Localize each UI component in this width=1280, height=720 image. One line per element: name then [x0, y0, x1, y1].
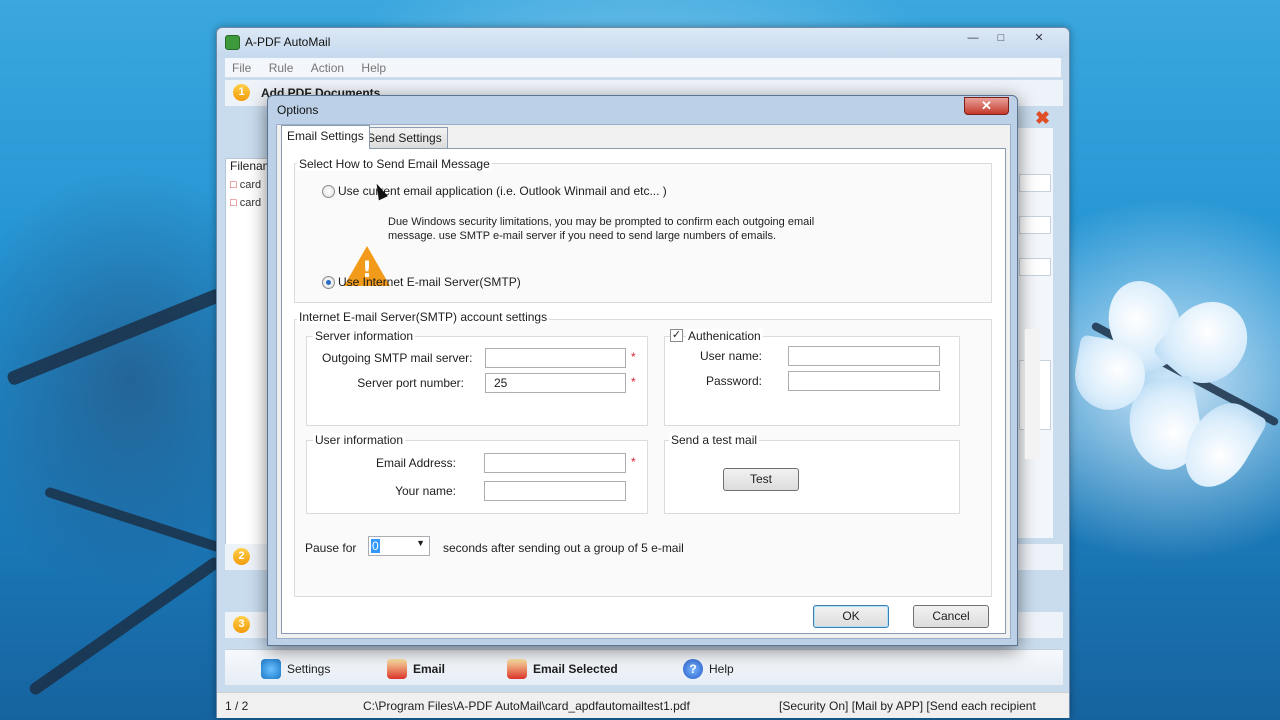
- outgoing-server-label: Outgoing SMTP mail server:: [322, 351, 473, 365]
- panel-field: [1019, 174, 1051, 192]
- user-info-heading: User information: [313, 433, 406, 447]
- your-name-label: Your name:: [395, 484, 456, 498]
- close-icon[interactable]: ✕: [1027, 31, 1051, 47]
- email-button[interactable]: Email: [387, 659, 445, 679]
- user-info-group: [306, 440, 648, 514]
- minimize-icon[interactable]: —: [961, 31, 985, 47]
- your-name-input[interactable]: [484, 481, 626, 501]
- remove-icon[interactable]: ✖: [1035, 108, 1050, 129]
- warning-text-line2: message. use SMTP e-mail server if you n…: [388, 230, 777, 242]
- menu-bar: File Rule Action Help: [225, 58, 1061, 78]
- authentication-checkbox[interactable]: ✓: [670, 329, 683, 342]
- radio-smtp[interactable]: [322, 276, 335, 289]
- username-input[interactable]: [788, 346, 940, 366]
- menu-file[interactable]: File: [225, 58, 258, 78]
- email-selected-button[interactable]: Email Selected: [507, 659, 618, 679]
- title-bar: A-PDF AutoMail — □ ✕: [217, 28, 1069, 57]
- cancel-button[interactable]: Cancel: [913, 605, 989, 628]
- list-item[interactable]: □ card: [230, 197, 261, 209]
- email-settings-page: Select How to Send Email Message Use cur…: [281, 148, 1040, 634]
- status-count: 1 / 2: [225, 699, 249, 713]
- branch-shape: [27, 555, 223, 697]
- bottom-toolbar: Settings Email Email Selected ? Help: [225, 649, 1063, 685]
- email-icon: [387, 659, 407, 679]
- maximize-icon[interactable]: □: [989, 31, 1013, 47]
- email-address-input[interactable]: [484, 453, 626, 473]
- username-label: User name:: [699, 349, 762, 363]
- pause-suffix: seconds after sending out a group of 5 e…: [443, 541, 684, 555]
- dialog-body: Email Settings Send Settings Select How …: [276, 124, 1040, 639]
- server-info-heading: Server information: [313, 329, 416, 343]
- smtp-settings-heading: Internet E-mail Server(SMTP) account set…: [297, 310, 550, 324]
- menu-rule[interactable]: Rule: [262, 58, 301, 78]
- app-icon: [225, 35, 240, 50]
- app-title: A-PDF AutoMail: [245, 35, 331, 49]
- settings-button[interactable]: Settings: [261, 659, 330, 679]
- required-mark: *: [631, 350, 636, 364]
- smtp-option-label[interactable]: Use Internet E-mail Server(SMTP): [338, 275, 521, 289]
- file-name: card: [239, 197, 262, 209]
- status-path: C:\Program Files\A-PDF AutoMail\card_apd…: [363, 699, 690, 713]
- menu-help[interactable]: Help: [354, 58, 393, 78]
- tab-email-settings[interactable]: Email Settings: [281, 125, 370, 149]
- file-name: card: [239, 179, 262, 191]
- password-label: Password:: [705, 374, 762, 388]
- help-icon: ?: [683, 659, 703, 679]
- test-button[interactable]: Test: [723, 468, 799, 491]
- authentication-label[interactable]: Authenication: [686, 329, 763, 343]
- tab-send-settings[interactable]: Send Settings: [361, 127, 448, 148]
- list-item[interactable]: □ card: [230, 179, 261, 191]
- settings-icon: [261, 659, 281, 679]
- port-input[interactable]: 25: [485, 373, 626, 393]
- pdf-icon: □: [230, 179, 237, 191]
- dialog-close-button[interactable]: ✕: [964, 97, 1009, 115]
- status-mode: [Security On] [Mail by APP] [Send each r…: [779, 699, 1036, 713]
- password-input[interactable]: [788, 371, 940, 391]
- panel-field: [1019, 216, 1051, 234]
- chevron-down-icon: ▼: [416, 538, 425, 548]
- email-selected-label: Email Selected: [533, 662, 618, 676]
- pdf-icon: □: [230, 197, 237, 209]
- step-number-badge: 3: [233, 616, 250, 633]
- send-method-heading: Select How to Send Email Message: [297, 157, 492, 171]
- status-bar: 1 / 2 C:\Program Files\A-PDF AutoMail\ca…: [217, 692, 1069, 718]
- help-button[interactable]: ? Help: [683, 659, 734, 679]
- scrollbar[interactable]: [1024, 329, 1040, 459]
- menu-action[interactable]: Action: [304, 58, 351, 78]
- radio-email-client[interactable]: [322, 185, 335, 198]
- panel-field: [1019, 258, 1051, 276]
- port-label: Server port number:: [357, 376, 464, 390]
- branch-shape: [5, 287, 225, 387]
- dialog-title: Options: [277, 103, 319, 117]
- step-number-badge: 1: [233, 84, 250, 101]
- outgoing-server-input[interactable]: [485, 348, 626, 368]
- email-address-label: Email Address:: [375, 456, 456, 470]
- test-mail-heading: Send a test mail: [669, 433, 760, 447]
- ok-button[interactable]: OK: [813, 605, 889, 628]
- help-label: Help: [709, 662, 734, 676]
- warning-text-line1: Due Windows security limitations, you ma…: [388, 216, 815, 228]
- email-label: Email: [413, 662, 446, 676]
- pause-label: Pause for: [305, 541, 357, 555]
- required-mark: *: [631, 375, 636, 389]
- pause-value: 0: [371, 539, 380, 553]
- options-dialog: Options ✕ Email Settings Send Settings S…: [267, 95, 1040, 646]
- step-number-badge: 2: [233, 548, 250, 565]
- settings-label: Settings: [287, 662, 331, 676]
- required-mark: *: [631, 455, 636, 469]
- email-selected-icon: [507, 659, 527, 679]
- test-mail-group: [664, 440, 960, 514]
- pause-select[interactable]: 0 ▼: [368, 536, 430, 556]
